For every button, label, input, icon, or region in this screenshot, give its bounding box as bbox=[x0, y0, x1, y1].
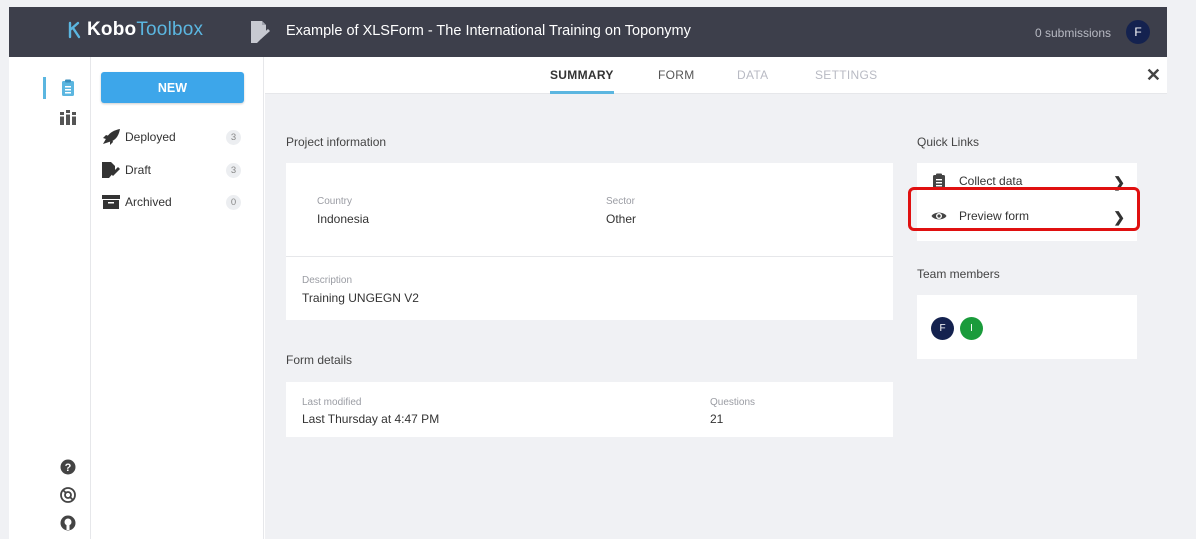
draft-count-badge: 3 bbox=[226, 162, 241, 178]
card-divider bbox=[286, 256, 893, 257]
svg-text:?: ? bbox=[65, 462, 72, 474]
sidebar-item-label: Draft bbox=[125, 163, 152, 177]
sidebar-item-draft[interactable]: Draft 3 bbox=[101, 160, 241, 180]
rocket-icon bbox=[103, 129, 120, 145]
project-info-card: Country Indonesia Sector Other Descripti… bbox=[286, 163, 893, 320]
clipboard-icon[interactable] bbox=[59, 79, 77, 97]
kobo-logo-icon bbox=[68, 21, 81, 39]
deployed-count-badge: 3 bbox=[226, 129, 241, 145]
support-icon[interactable] bbox=[59, 486, 77, 504]
kobotoolbox-logo[interactable]: Kobo Toolbox bbox=[67, 19, 203, 41]
library-icon[interactable] bbox=[59, 109, 77, 127]
logo-text-thin: Toolbox bbox=[136, 19, 204, 40]
main-content: SUMMARY FORM DATA SETTINGS ✕ Project inf… bbox=[265, 57, 1167, 539]
new-project-button[interactable]: NEW bbox=[101, 72, 244, 103]
tab-settings: SETTINGS bbox=[815, 68, 878, 82]
last-modified-value: Last Thursday at 4:47 PM bbox=[302, 412, 440, 426]
left-icon-nav: ? bbox=[9, 57, 91, 539]
questions-value: 21 bbox=[710, 412, 724, 426]
collect-data-label: Collect data bbox=[959, 174, 1023, 188]
project-sidebar: NEW Deployed 3 Draft 3 Archived 0 bbox=[91, 57, 264, 539]
team-member-avatar[interactable]: I bbox=[960, 317, 983, 340]
country-value: Indonesia bbox=[317, 212, 370, 226]
sidebar-item-label: Deployed bbox=[125, 130, 176, 144]
github-icon[interactable] bbox=[59, 514, 77, 532]
help-icon[interactable]: ? bbox=[59, 458, 77, 476]
description-label: Description bbox=[302, 275, 353, 286]
logo-text-bold: Kobo bbox=[87, 19, 137, 40]
last-modified-label: Last modified bbox=[302, 397, 362, 408]
draft-icon bbox=[102, 162, 120, 178]
project-info-heading: Project information bbox=[286, 135, 387, 149]
archived-count-badge: 0 bbox=[226, 194, 241, 210]
highlight-box bbox=[908, 187, 1140, 231]
team-members-heading: Team members bbox=[917, 267, 1000, 281]
tab-data: DATA bbox=[737, 68, 769, 82]
team-member-avatar[interactable]: F bbox=[931, 317, 954, 340]
description-value: Training UNGEGN V2 bbox=[302, 291, 419, 305]
close-icon[interactable]: ✕ bbox=[1146, 65, 1161, 86]
tab-bar: SUMMARY FORM DATA SETTINGS ✕ bbox=[265, 57, 1167, 94]
archive-icon bbox=[102, 195, 120, 209]
top-bar: Kobo Toolbox Example of XLSForm - The Int… bbox=[9, 7, 1167, 57]
project-title: Example of XLSForm - The International T… bbox=[286, 23, 691, 39]
country-label: Country bbox=[317, 196, 353, 207]
sidebar-item-deployed[interactable]: Deployed 3 bbox=[101, 127, 241, 147]
form-details-card: Last modified Last Thursday at 4:47 PM Q… bbox=[286, 382, 893, 437]
questions-label: Questions bbox=[710, 397, 756, 408]
sidebar-item-label: Archived bbox=[125, 195, 172, 209]
sidebar-item-archived[interactable]: Archived 0 bbox=[101, 192, 241, 212]
sector-value: Other bbox=[606, 212, 637, 226]
tab-summary[interactable]: SUMMARY bbox=[550, 68, 614, 94]
tab-form[interactable]: FORM bbox=[658, 68, 695, 82]
project-form-icon bbox=[251, 21, 270, 43]
quick-links-heading: Quick Links bbox=[917, 135, 980, 149]
sector-label: Sector bbox=[606, 196, 635, 207]
form-details-heading: Form details bbox=[286, 353, 353, 367]
user-avatar[interactable]: F bbox=[1126, 20, 1150, 44]
nav-active-indicator bbox=[43, 77, 46, 99]
app-window: Kobo Toolbox Example of XLSForm - The Int… bbox=[9, 7, 1167, 539]
team-members-card: F I bbox=[917, 295, 1137, 359]
submissions-count: 0 submissions bbox=[1034, 26, 1111, 40]
